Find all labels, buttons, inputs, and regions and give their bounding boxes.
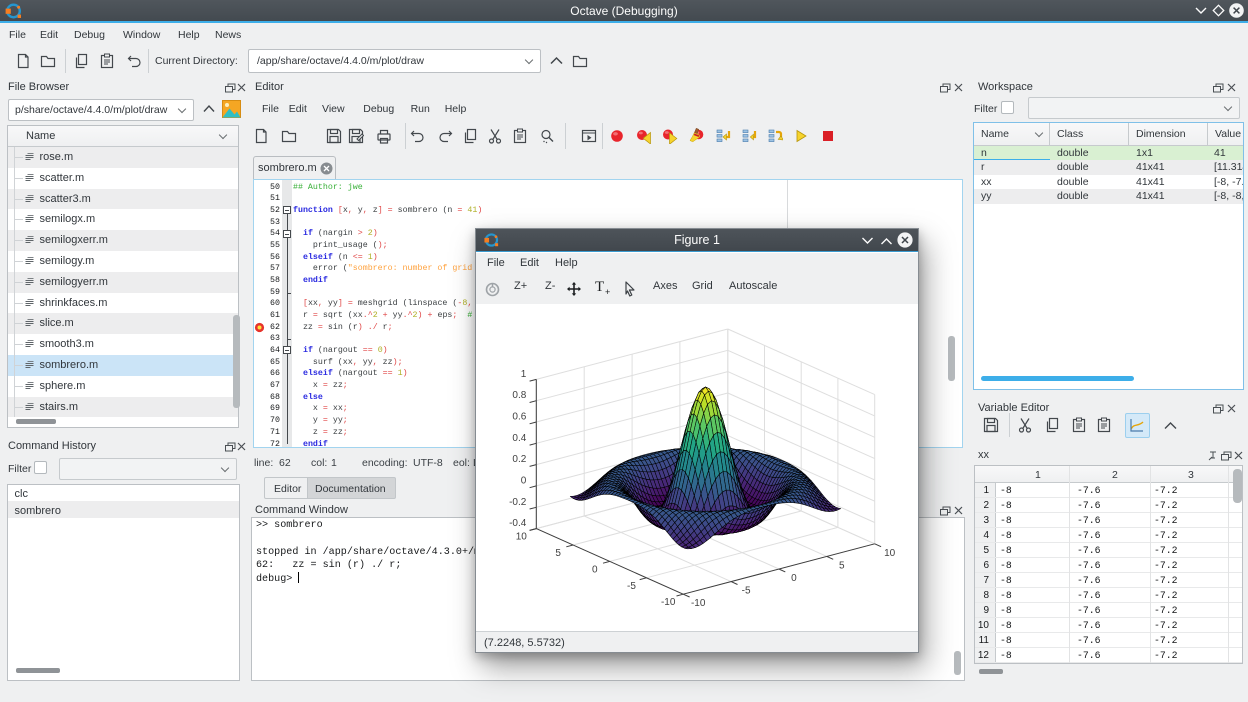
svg-text:1: 1 — [521, 369, 527, 380]
svg-text:-5: -5 — [627, 581, 636, 592]
svg-text:-10: -10 — [661, 597, 676, 608]
svg-text:-0.2: -0.2 — [509, 497, 527, 508]
svg-text:5: 5 — [839, 560, 845, 571]
svg-text:0.6: 0.6 — [512, 412, 526, 423]
svg-text:-0.4: -0.4 — [509, 518, 527, 529]
svg-text:10: 10 — [516, 532, 528, 543]
svg-text:-10: -10 — [691, 598, 706, 609]
svg-text:0: 0 — [791, 573, 797, 584]
svg-text:0.8: 0.8 — [512, 390, 526, 401]
svg-text:0: 0 — [521, 475, 527, 486]
svg-text:0.4: 0.4 — [512, 433, 526, 444]
svg-text:10: 10 — [884, 548, 896, 559]
svg-text:5: 5 — [555, 548, 561, 559]
svg-text:-5: -5 — [742, 586, 751, 597]
svg-text:0.2: 0.2 — [512, 454, 526, 465]
svg-text:0: 0 — [592, 564, 598, 575]
